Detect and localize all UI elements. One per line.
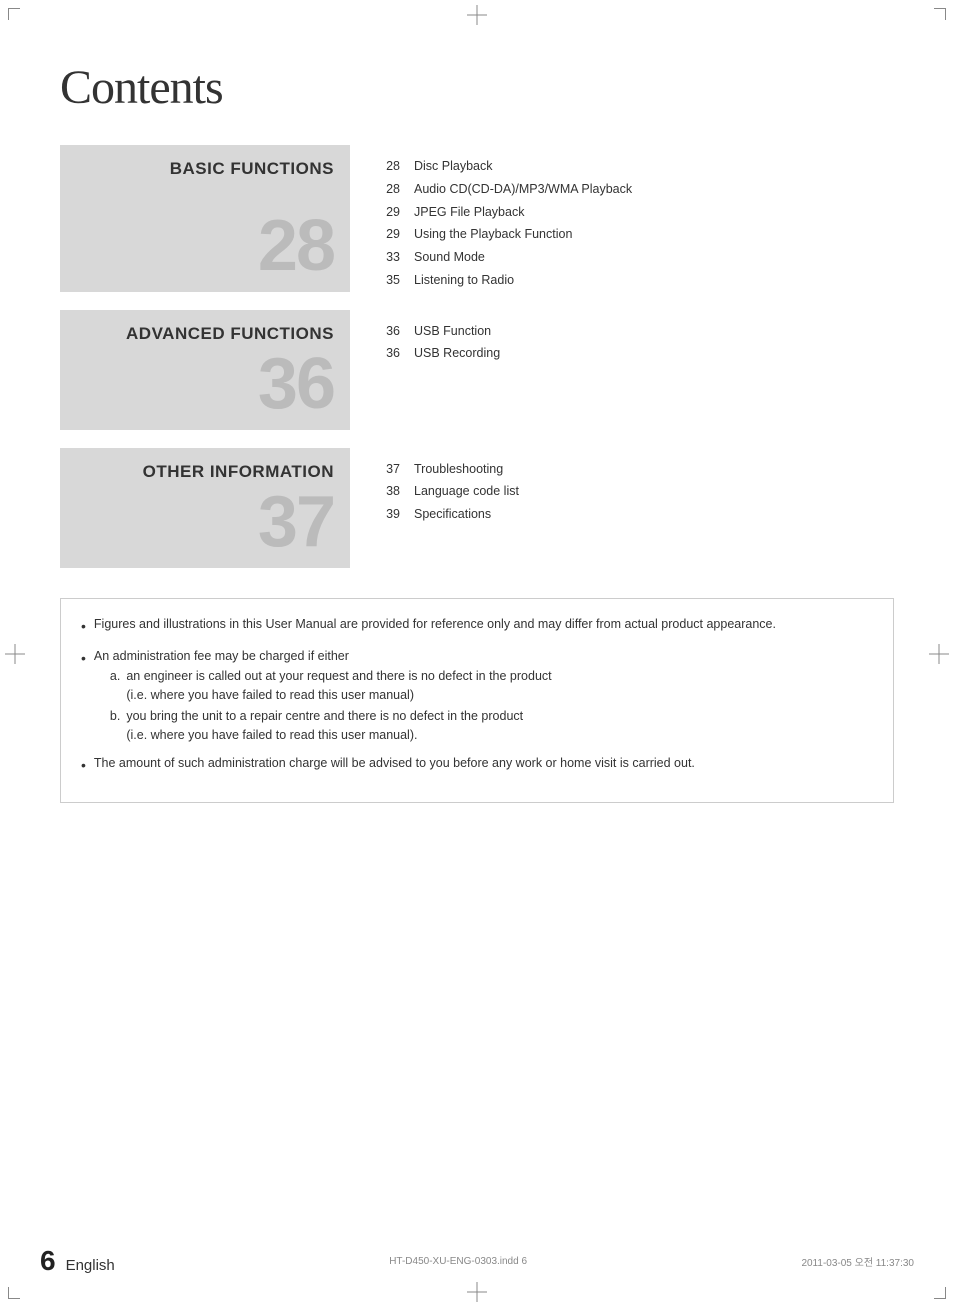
corner-mark-br (934, 1287, 946, 1299)
item-page-num: 38 (380, 480, 410, 503)
item-text: USB Recording (410, 342, 894, 365)
note-bullet-2: • (81, 648, 86, 669)
table-row: 35Listening to Radio (380, 269, 894, 292)
table-row: 28Audio CD(CD-DA)/MP3/WMA Playback (380, 178, 894, 201)
item-text: Specifications (410, 503, 894, 526)
sections-container: BASIC FUNCTIONS 28 28Disc Playback28Audi… (60, 145, 894, 568)
page-content: Contents BASIC FUNCTIONS 28 28Disc Playb… (0, 0, 954, 863)
footer-language: English (66, 1257, 115, 1274)
section-row-basic: BASIC FUNCTIONS 28 28Disc Playback28Audi… (60, 145, 894, 292)
section-title-advanced: ADVANCED FUNCTIONS (76, 324, 334, 344)
note-bullet-3: • (81, 755, 86, 776)
section-box-advanced: ADVANCED FUNCTIONS 36 (60, 310, 350, 430)
item-text: Disc Playback (410, 155, 894, 178)
section-number-advanced: 36 (76, 348, 334, 420)
section-box-other: OTHER INFORMATION 37 (60, 448, 350, 568)
section-table-advanced: 36USB Function36USB Recording (380, 320, 894, 366)
corner-mark-bl (8, 1287, 20, 1299)
section-items-advanced: 36USB Function36USB Recording (350, 310, 894, 430)
item-text: Troubleshooting (410, 458, 894, 481)
table-row: 29Using the Playback Function (380, 223, 894, 246)
note-sub-content-2a: an engineer is called out at your reques… (126, 667, 873, 705)
item-text: USB Function (410, 320, 894, 343)
item-text: Using the Playback Function (410, 223, 894, 246)
note-sub-item-2b: b. you bring the unit to a repair centre… (94, 707, 873, 745)
note-text-2: An administration fee may be charged if … (94, 649, 349, 663)
table-row: 36USB Recording (380, 342, 894, 365)
table-row: 38Language code list (380, 480, 894, 503)
footer-page-number: 6 (40, 1245, 56, 1277)
footer-file-info: HT-D450-XU-ENG-0303.indd 6 (389, 1256, 527, 1267)
table-row: 39Specifications (380, 503, 894, 526)
section-items-other: 37Troubleshooting38Language code list39S… (350, 448, 894, 568)
table-row: 33Sound Mode (380, 246, 894, 269)
section-number-other: 37 (76, 486, 334, 558)
table-row: 37Troubleshooting (380, 458, 894, 481)
note-sub-content-2b: you bring the unit to a repair centre an… (126, 707, 873, 745)
page-footer: 6 English HT-D450-XU-ENG-0303.indd 6 201… (0, 1245, 954, 1277)
note-item-3: • The amount of such administration char… (81, 754, 873, 776)
item-page-num: 39 (380, 503, 410, 526)
notes-box: • Figures and illustrations in this User… (60, 598, 894, 804)
item-text: Language code list (410, 480, 894, 503)
footer-left: 6 English (40, 1245, 115, 1277)
footer-date: 2011-03-05 오전 11:37:30 (801, 1254, 914, 1269)
note-item-1: • Figures and illustrations in this User… (81, 615, 873, 637)
section-number-basic: 28 (76, 210, 334, 282)
item-page-num: 37 (380, 458, 410, 481)
section-row-other: OTHER INFORMATION 37 37Troubleshooting38… (60, 448, 894, 568)
item-page-num: 36 (380, 342, 410, 365)
section-items-basic: 28Disc Playback28Audio CD(CD-DA)/MP3/WMA… (350, 145, 894, 292)
section-table-other: 37Troubleshooting38Language code list39S… (380, 458, 894, 526)
table-row: 36USB Function (380, 320, 894, 343)
note-sub-label-2b: b. (110, 707, 120, 726)
item-page-num: 33 (380, 246, 410, 269)
section-row-advanced: ADVANCED FUNCTIONS 36 36USB Function36US… (60, 310, 894, 430)
note-bullet-1: • (81, 616, 86, 637)
note-content-3: The amount of such administration charge… (94, 754, 873, 773)
item-text: Sound Mode (410, 246, 894, 269)
section-box-basic: BASIC FUNCTIONS 28 (60, 145, 350, 292)
note-item-2: • An administration fee may be charged i… (81, 647, 873, 745)
crosshair-bottom (467, 1282, 487, 1302)
page-title: Contents (60, 60, 894, 115)
table-row: 29JPEG File Playback (380, 201, 894, 224)
note-sub-label-2a: a. (110, 667, 120, 686)
item-page-num: 29 (380, 201, 410, 224)
note-content-2: An administration fee may be charged if … (94, 647, 873, 745)
item-text: Listening to Radio (410, 269, 894, 292)
item-page-num: 28 (380, 155, 410, 178)
item-page-num: 29 (380, 223, 410, 246)
note-content-1: Figures and illustrations in this User M… (94, 615, 873, 634)
item-page-num: 36 (380, 320, 410, 343)
section-title-basic: BASIC FUNCTIONS (76, 159, 334, 179)
item-page-num: 28 (380, 178, 410, 201)
table-row: 28Disc Playback (380, 155, 894, 178)
section-title-other: OTHER INFORMATION (76, 462, 334, 482)
section-table-basic: 28Disc Playback28Audio CD(CD-DA)/MP3/WMA… (380, 155, 894, 292)
item-page-num: 35 (380, 269, 410, 292)
item-text: JPEG File Playback (410, 201, 894, 224)
note-sub-item-2a: a. an engineer is called out at your req… (94, 667, 873, 705)
item-text: Audio CD(CD-DA)/MP3/WMA Playback (410, 178, 894, 201)
